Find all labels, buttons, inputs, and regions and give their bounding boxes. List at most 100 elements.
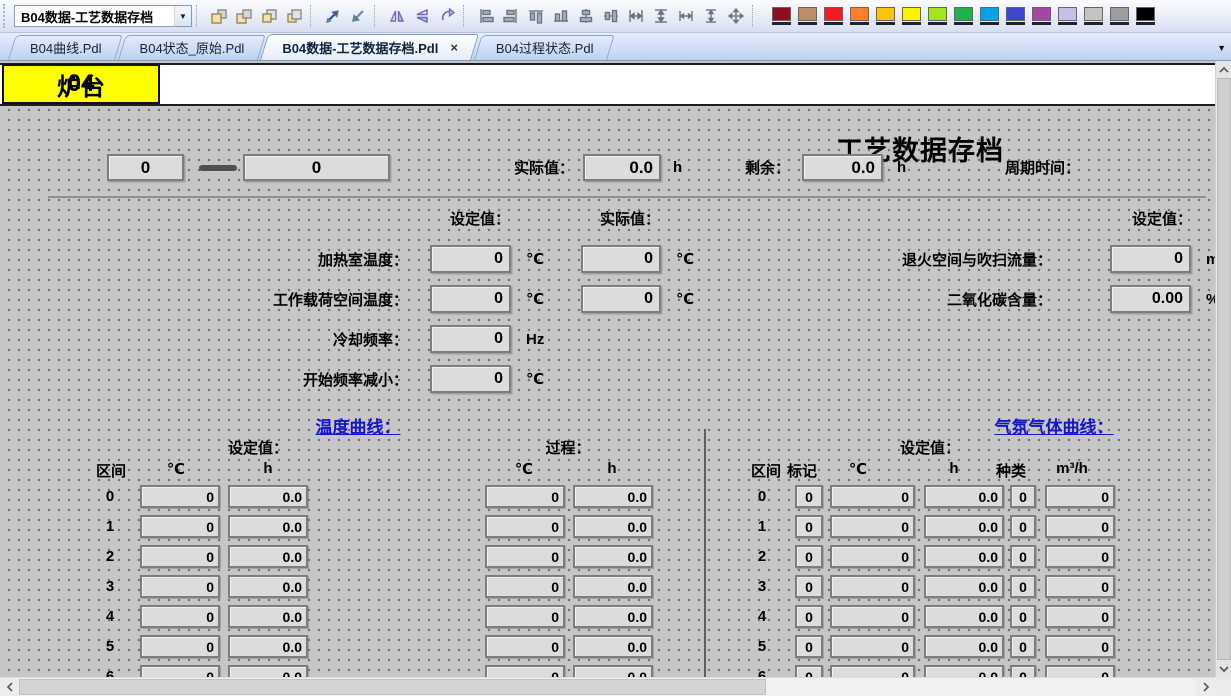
design-canvas[interactable]: 炉台 04 工艺数据存档 0 0 实际值： 0.0 h 剩余： 0.0 h 周期… — [0, 61, 1215, 677]
center-vertical-icon[interactable] — [599, 5, 622, 28]
temp-proc-c-field[interactable]: 0 — [485, 545, 565, 568]
mirror-vertical-icon[interactable] — [410, 5, 433, 28]
gas-flow-field[interactable]: 0 — [1045, 575, 1115, 598]
gas-hours-field[interactable]: 0.0 — [924, 575, 1004, 598]
temp-proc-h-field[interactable]: 0.0 — [573, 665, 653, 677]
temp-proc-c-field[interactable]: 0 — [485, 665, 565, 677]
color-swatch[interactable] — [952, 5, 975, 27]
co2-content-field[interactable]: 0.00 — [1110, 285, 1191, 313]
gas-flow-field[interactable]: 0 — [1045, 635, 1115, 658]
gas-temp-field[interactable]: 0 — [830, 605, 915, 628]
temp-set-c-field[interactable]: 0 — [140, 635, 220, 658]
center-horizontal-icon[interactable] — [574, 5, 597, 28]
gas-flow-field[interactable]: 0 — [1045, 665, 1115, 677]
gas-mark-field[interactable]: 0 — [795, 605, 823, 628]
align-left-icon[interactable] — [474, 5, 497, 28]
layer-backward-icon[interactable] — [282, 5, 305, 28]
freq-reduction-field[interactable]: 0 — [430, 365, 511, 393]
temp-set-c-field[interactable]: 0 — [140, 545, 220, 568]
heating-set-field[interactable]: 0 — [430, 245, 511, 273]
vertical-scroll-thumb[interactable] — [1217, 78, 1231, 660]
color-swatch[interactable] — [874, 5, 897, 27]
temp-proc-h-field[interactable]: 0.0 — [573, 575, 653, 598]
temp-set-c-field[interactable]: 0 — [140, 515, 220, 538]
color-swatch[interactable] — [1030, 5, 1053, 27]
gas-kind-field[interactable]: 0 — [1010, 575, 1036, 598]
color-swatch[interactable] — [770, 5, 793, 27]
same-size-icon[interactable] — [724, 5, 747, 28]
gas-mark-field[interactable]: 0 — [795, 545, 823, 568]
gas-hours-field[interactable]: 0.0 — [924, 545, 1004, 568]
gas-flow-field[interactable]: 0 — [1045, 485, 1115, 508]
color-swatch[interactable] — [822, 5, 845, 27]
gas-temp-field[interactable]: 0 — [830, 665, 915, 677]
gas-hours-field[interactable]: 0.0 — [924, 515, 1004, 538]
gas-flow-field[interactable]: 0 — [1045, 545, 1115, 568]
actual-hours-field[interactable]: 0.0 — [583, 154, 661, 181]
gas-temp-field[interactable]: 0 — [830, 575, 915, 598]
temp-set-h-field[interactable]: 0.0 — [228, 605, 308, 628]
gas-hours-field[interactable]: 0.0 — [924, 485, 1004, 508]
horizontal-scroll-thumb[interactable] — [19, 679, 766, 695]
distribute-horizontal-icon[interactable] — [624, 5, 647, 28]
temp-set-h-field[interactable]: 0.0 — [228, 665, 308, 677]
tab-B04状态_原始.Pdl[interactable]: B04状态_原始.Pdl — [118, 35, 258, 60]
gas-hours-field[interactable]: 0.0 — [924, 605, 1004, 628]
temp-proc-h-field[interactable]: 0.0 — [573, 485, 653, 508]
color-swatch[interactable] — [900, 5, 923, 27]
temp-set-c-field[interactable]: 0 — [140, 605, 220, 628]
align-top-icon[interactable] — [524, 5, 547, 28]
furnace-id-box[interactable]: 炉台 04 — [2, 64, 160, 104]
tab-list-dropdown-icon[interactable]: ▼ — [1217, 43, 1226, 53]
mirror-horizontal-icon[interactable] — [385, 5, 408, 28]
gas-flow-field[interactable]: 0 — [1045, 605, 1115, 628]
workload-actual-field[interactable]: 0 — [581, 285, 661, 313]
align-right-icon[interactable] — [499, 5, 522, 28]
scroll-up-icon[interactable] — [1216, 61, 1231, 78]
color-swatch[interactable] — [796, 5, 819, 27]
color-swatch[interactable] — [1056, 5, 1079, 27]
temperature-curve-link[interactable]: 温度曲线： — [278, 413, 438, 438]
gas-flow-field[interactable]: 0 — [1045, 515, 1115, 538]
gas-hours-field[interactable]: 0.0 — [924, 635, 1004, 658]
heating-actual-field[interactable]: 0 — [581, 245, 661, 273]
scroll-down-icon[interactable] — [1216, 660, 1231, 677]
temp-set-h-field[interactable]: 0.0 — [228, 485, 308, 508]
pointer-arrow-sw-icon[interactable] — [346, 5, 369, 28]
temp-set-h-field[interactable]: 0.0 — [228, 545, 308, 568]
remaining-hours-field[interactable]: 0.0 — [802, 154, 883, 181]
temp-proc-c-field[interactable]: 0 — [485, 605, 565, 628]
gas-temp-field[interactable]: 0 — [830, 545, 915, 568]
gas-temp-field[interactable]: 0 — [830, 515, 915, 538]
range-start-field[interactable]: 0 — [107, 154, 184, 181]
color-swatch[interactable] — [1134, 5, 1157, 27]
temp-proc-c-field[interactable]: 0 — [485, 515, 565, 538]
color-swatch[interactable] — [1004, 5, 1027, 27]
gas-mark-field[interactable]: 0 — [795, 515, 823, 538]
temp-set-c-field[interactable]: 0 — [140, 665, 220, 677]
tab-B04过程状态.Pdl[interactable]: B04过程状态.Pdl — [474, 35, 607, 60]
temp-proc-c-field[interactable]: 0 — [485, 635, 565, 658]
gas-kind-field[interactable]: 0 — [1010, 635, 1036, 658]
temp-set-c-field[interactable]: 0 — [140, 575, 220, 598]
temp-proc-c-field[interactable]: 0 — [485, 485, 565, 508]
temp-proc-h-field[interactable]: 0.0 — [573, 515, 653, 538]
toolbar-grip[interactable] — [3, 4, 10, 28]
color-swatch[interactable] — [1108, 5, 1131, 27]
purge-flow-field[interactable]: 0 — [1110, 245, 1191, 273]
gas-kind-field[interactable]: 0 — [1010, 515, 1036, 538]
color-swatch[interactable] — [978, 5, 1001, 27]
color-swatch[interactable] — [926, 5, 949, 27]
gas-mark-field[interactable]: 0 — [795, 485, 823, 508]
gas-hours-field[interactable]: 0.0 — [924, 665, 1004, 677]
distribute-vertical-icon[interactable] — [649, 5, 672, 28]
gas-mark-field[interactable]: 0 — [795, 635, 823, 658]
cooling-frequency-field[interactable]: 0 — [430, 325, 511, 353]
range-end-field[interactable]: 0 — [243, 154, 390, 181]
tab-B04数据-工艺数据存档.Pdl[interactable]: B04数据-工艺数据存档.Pdl× — [260, 34, 471, 60]
temp-set-c-field[interactable]: 0 — [140, 485, 220, 508]
layer-back-icon[interactable] — [232, 5, 255, 28]
object-selector-combobox[interactable]: B04数据-工艺数据存档 ▼ — [14, 5, 192, 27]
rotate-icon[interactable] — [435, 5, 458, 28]
same-height-icon[interactable] — [699, 5, 722, 28]
